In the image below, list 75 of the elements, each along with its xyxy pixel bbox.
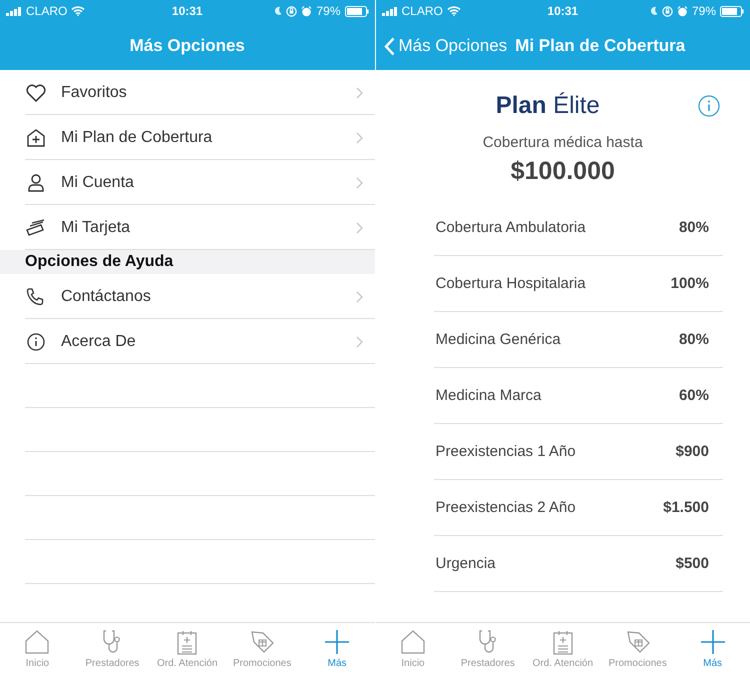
benefit-name: Cobertura Ambulatoria xyxy=(436,219,586,236)
menu-item[interactable]: Favoritos xyxy=(0,70,374,115)
carrier-name: CLARO xyxy=(26,4,68,18)
screen-title: Mi Plan de Cobertura xyxy=(515,36,686,56)
menu-item[interactable]: Mi Tarjeta xyxy=(0,205,374,250)
tab[interactable]: Prestadores xyxy=(450,623,526,675)
benefit-name: Cobertura Hospitalaria xyxy=(436,275,586,292)
battery-icon xyxy=(720,6,744,16)
benefit-name: Medicina Genérica xyxy=(436,331,561,348)
tab[interactable]: Promociones xyxy=(600,623,676,675)
plus-icon xyxy=(324,629,350,655)
info-icon xyxy=(26,332,46,350)
battery-percent: 79% xyxy=(692,4,716,18)
alarm-icon xyxy=(676,6,688,16)
house-icon xyxy=(24,629,50,655)
battery-icon xyxy=(344,6,368,16)
person-icon xyxy=(26,174,46,192)
phone-icon xyxy=(26,288,46,306)
rotation-lock-icon xyxy=(662,6,673,16)
moon-icon xyxy=(650,6,658,16)
menu-item[interactable]: Acerca De xyxy=(0,319,374,364)
back-button[interactable]: Más Opciones xyxy=(384,36,508,56)
tab[interactable]: Más xyxy=(675,623,750,675)
menu-item[interactable]: Contáctanos xyxy=(0,274,374,319)
carrier-name: CLARO xyxy=(402,4,443,18)
plus-icon xyxy=(700,629,726,655)
signal-icon xyxy=(6,6,22,16)
tab[interactable]: Ord. Atención xyxy=(150,623,225,675)
medical-plus-icon xyxy=(26,128,46,146)
tab[interactable]: Prestadores xyxy=(74,623,150,675)
chevron-icon xyxy=(356,290,362,302)
tab[interactable]: Promociones xyxy=(224,623,300,675)
benefit-value: 60% xyxy=(678,387,709,404)
chevron-icon xyxy=(356,336,362,348)
heart-icon xyxy=(26,84,46,102)
benefit-value: $1.500 xyxy=(663,499,709,516)
status-time: 10:31 xyxy=(172,4,203,18)
menu-item[interactable]: Mi Cuenta xyxy=(0,160,374,205)
tab[interactable]: Inicio xyxy=(376,623,450,675)
benefit-name: Medicina Marca xyxy=(436,387,542,404)
back-chevron-icon xyxy=(384,36,394,56)
screen-title: Más Opciones xyxy=(130,36,245,56)
wifi-icon xyxy=(446,6,461,16)
tab[interactable]: Ord. Atención xyxy=(525,623,600,675)
gift-tag-icon xyxy=(249,629,276,655)
benefit-name: Urgencia xyxy=(436,555,496,572)
house-icon xyxy=(400,629,426,655)
alarm-icon xyxy=(301,6,312,16)
chevron-icon xyxy=(356,222,362,234)
chevron-icon xyxy=(356,86,362,98)
battery-percent: 79% xyxy=(316,4,340,18)
coverage-amount: $100.000 xyxy=(510,157,616,186)
tab[interactable]: Inicio xyxy=(0,623,75,675)
benefit-name: Preexistencias 1 Año xyxy=(436,443,576,460)
section-header: Opciones de Ayuda xyxy=(0,250,374,274)
status-time: 10:31 xyxy=(547,4,578,18)
cards-icon xyxy=(26,218,46,236)
wifi-icon xyxy=(71,6,86,16)
benefit-value: 80% xyxy=(678,331,709,348)
signal-icon xyxy=(382,6,398,16)
benefit-name: Preexistencias 2 Año xyxy=(436,499,576,516)
chevron-icon xyxy=(356,176,362,188)
benefit-value: $500 xyxy=(676,555,709,572)
gift-tag-icon xyxy=(624,629,651,655)
menu-item[interactable]: Mi Plan de Cobertura xyxy=(0,115,374,160)
rotation-lock-icon xyxy=(286,6,298,16)
info-icon[interactable] xyxy=(698,95,720,117)
benefit-value: 80% xyxy=(678,219,709,236)
coverage-label: Cobertura médica hasta xyxy=(482,134,644,151)
chevron-icon xyxy=(356,132,362,144)
plan-name: Plan Élite xyxy=(496,92,600,120)
moon-icon xyxy=(274,6,282,16)
benefit-value: $900 xyxy=(676,443,709,460)
tab[interactable]: Más xyxy=(300,623,375,675)
benefit-value: 100% xyxy=(670,275,709,292)
